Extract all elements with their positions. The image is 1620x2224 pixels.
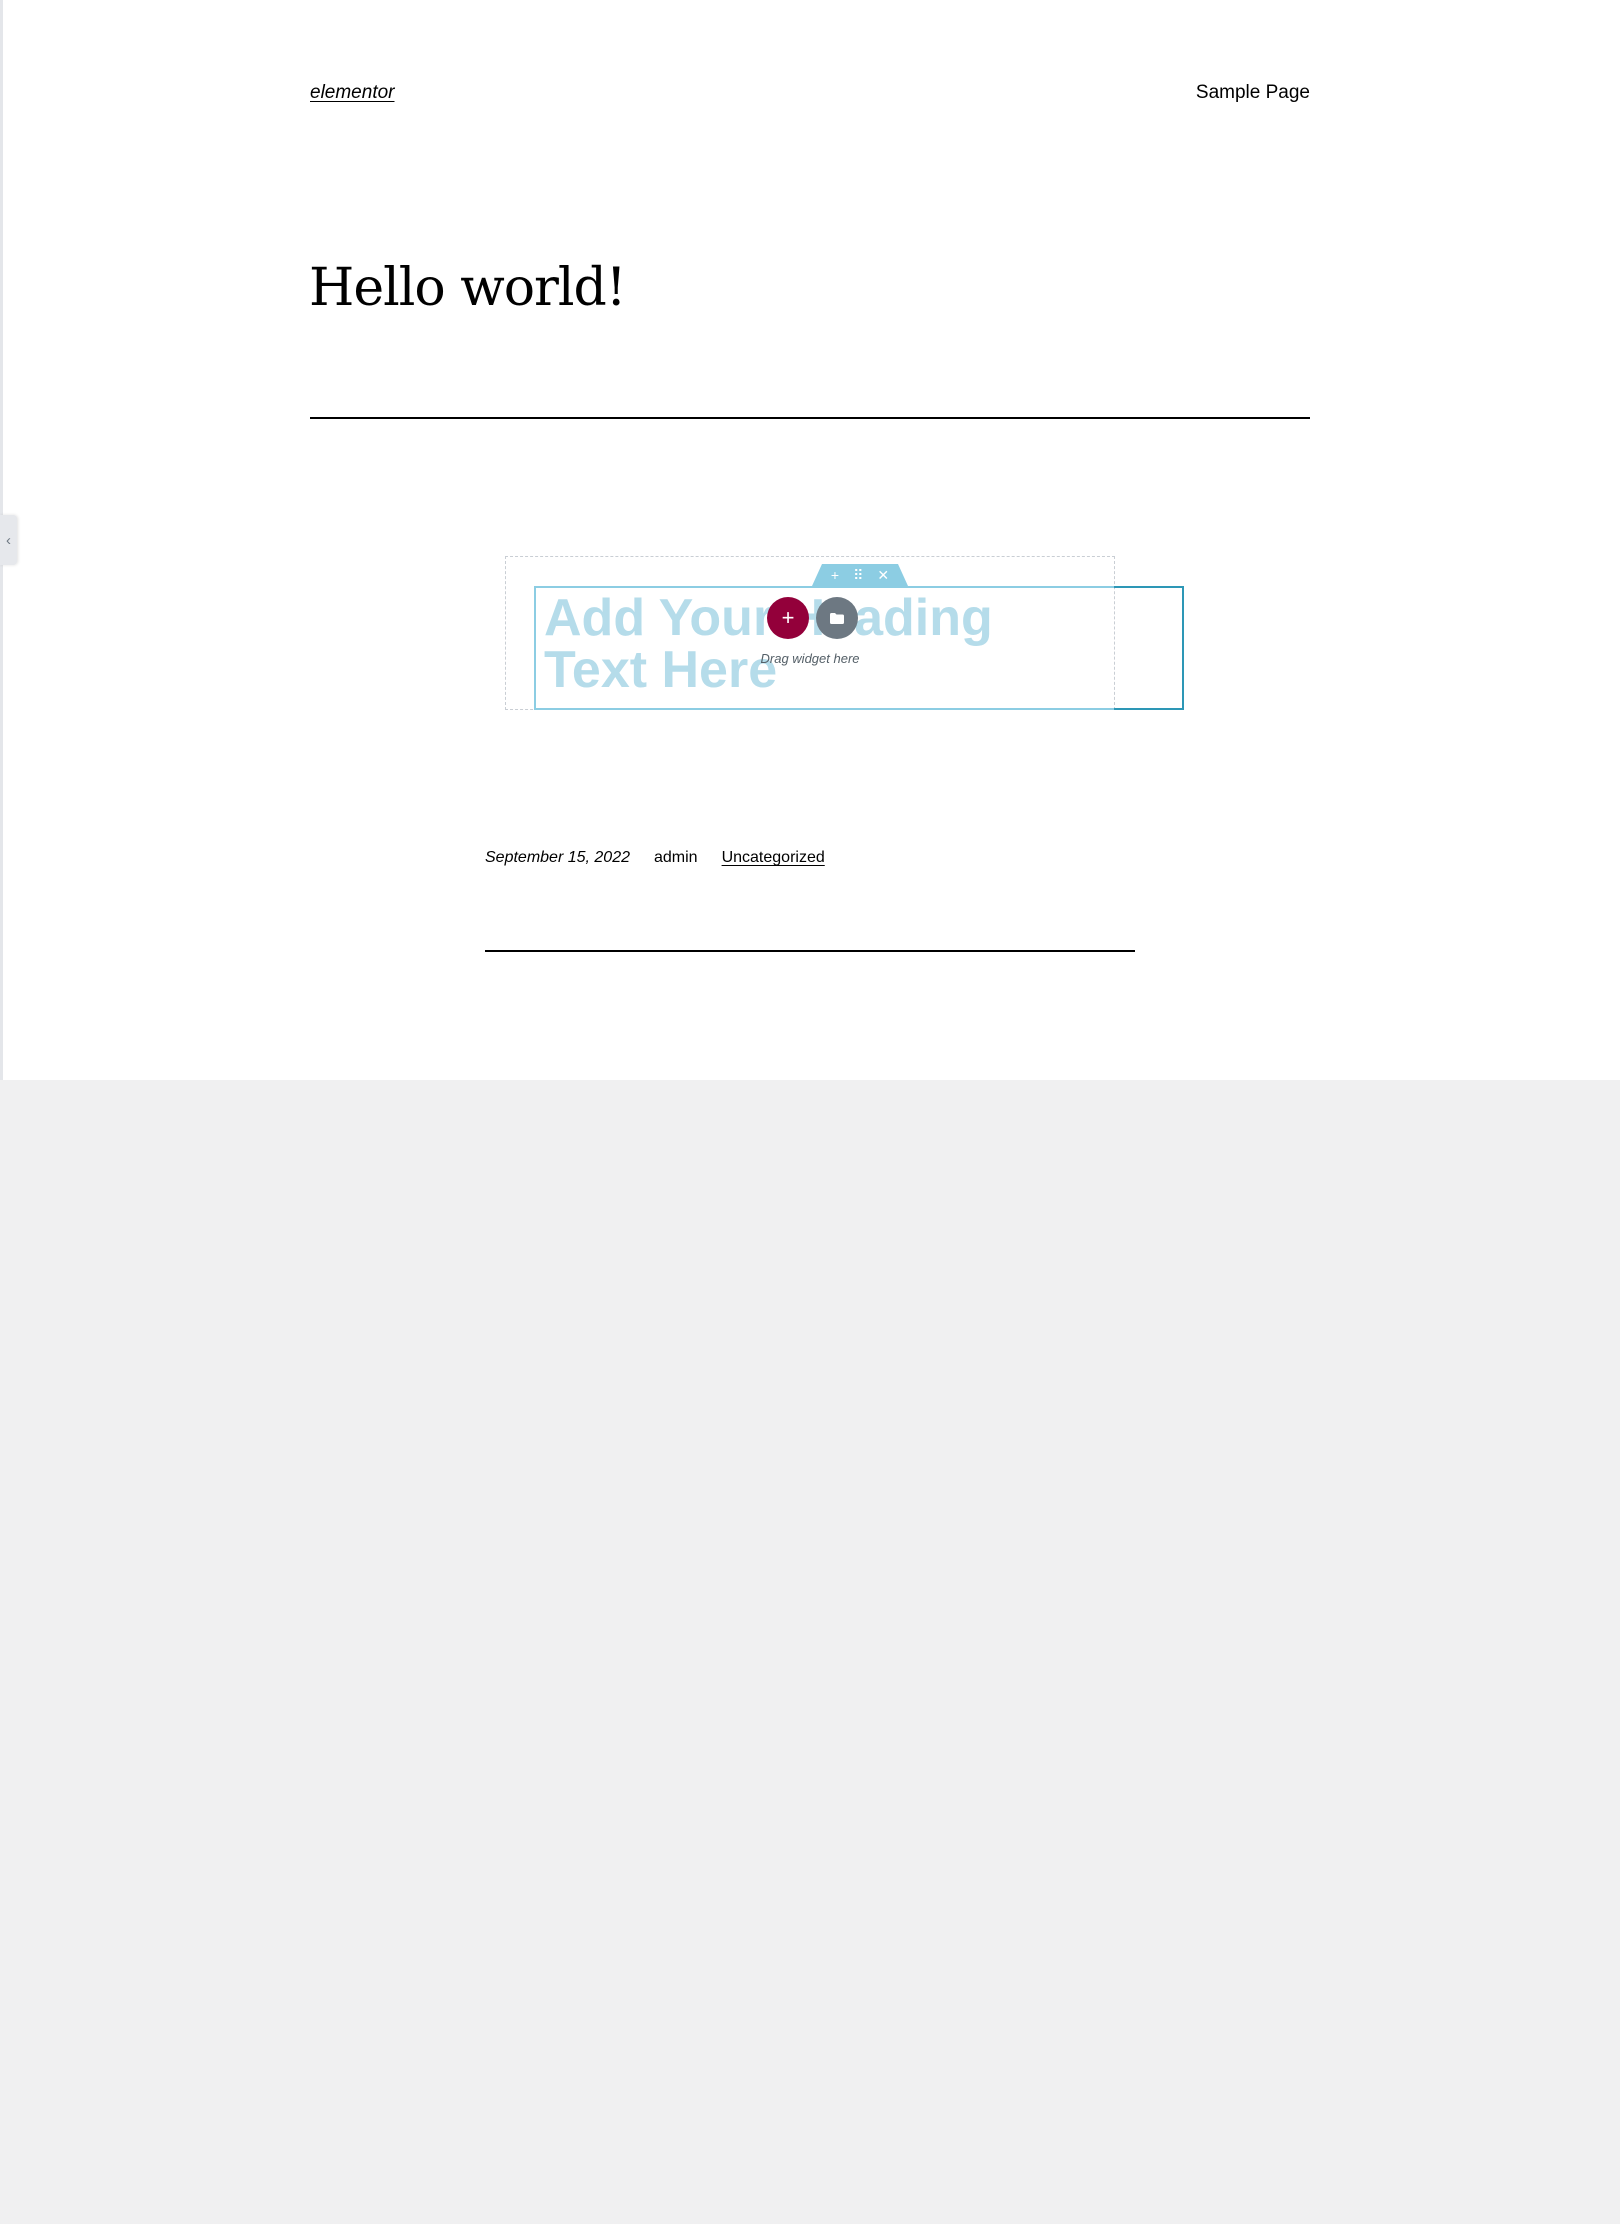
chevron-left-icon: ‹ (6, 531, 11, 549)
panel-toggle-button[interactable]: ‹ (0, 515, 17, 565)
post-category-link[interactable]: Uncategorized (722, 849, 825, 867)
folder-icon (830, 612, 844, 624)
add-new-section-button[interactable]: + (767, 597, 809, 639)
add-section-icon[interactable]: + (831, 568, 839, 582)
add-template-button[interactable] (816, 597, 858, 639)
nav-item-sample-page[interactable]: Sample Page (1196, 82, 1310, 104)
page-canvas (3, 0, 1620, 1080)
drag-handle-icon[interactable]: ⠿ (853, 568, 863, 582)
site-title-link[interactable]: elementor (310, 82, 395, 104)
post-author[interactable]: admin (654, 849, 698, 867)
drag-widget-hint: Drag widget here (760, 651, 860, 666)
post-title: Hello world! (309, 258, 627, 318)
plus-icon: + (781, 605, 795, 630)
close-icon[interactable]: ✕ (877, 568, 889, 582)
section-handle[interactable]: + ⠿ ✕ (812, 564, 908, 586)
meta-separator (485, 950, 1135, 952)
column-outline (1114, 586, 1184, 710)
title-separator (310, 417, 1310, 419)
post-meta: September 15, 2022 admin Uncategorized (485, 849, 825, 867)
post-date: September 15, 2022 (485, 849, 630, 866)
